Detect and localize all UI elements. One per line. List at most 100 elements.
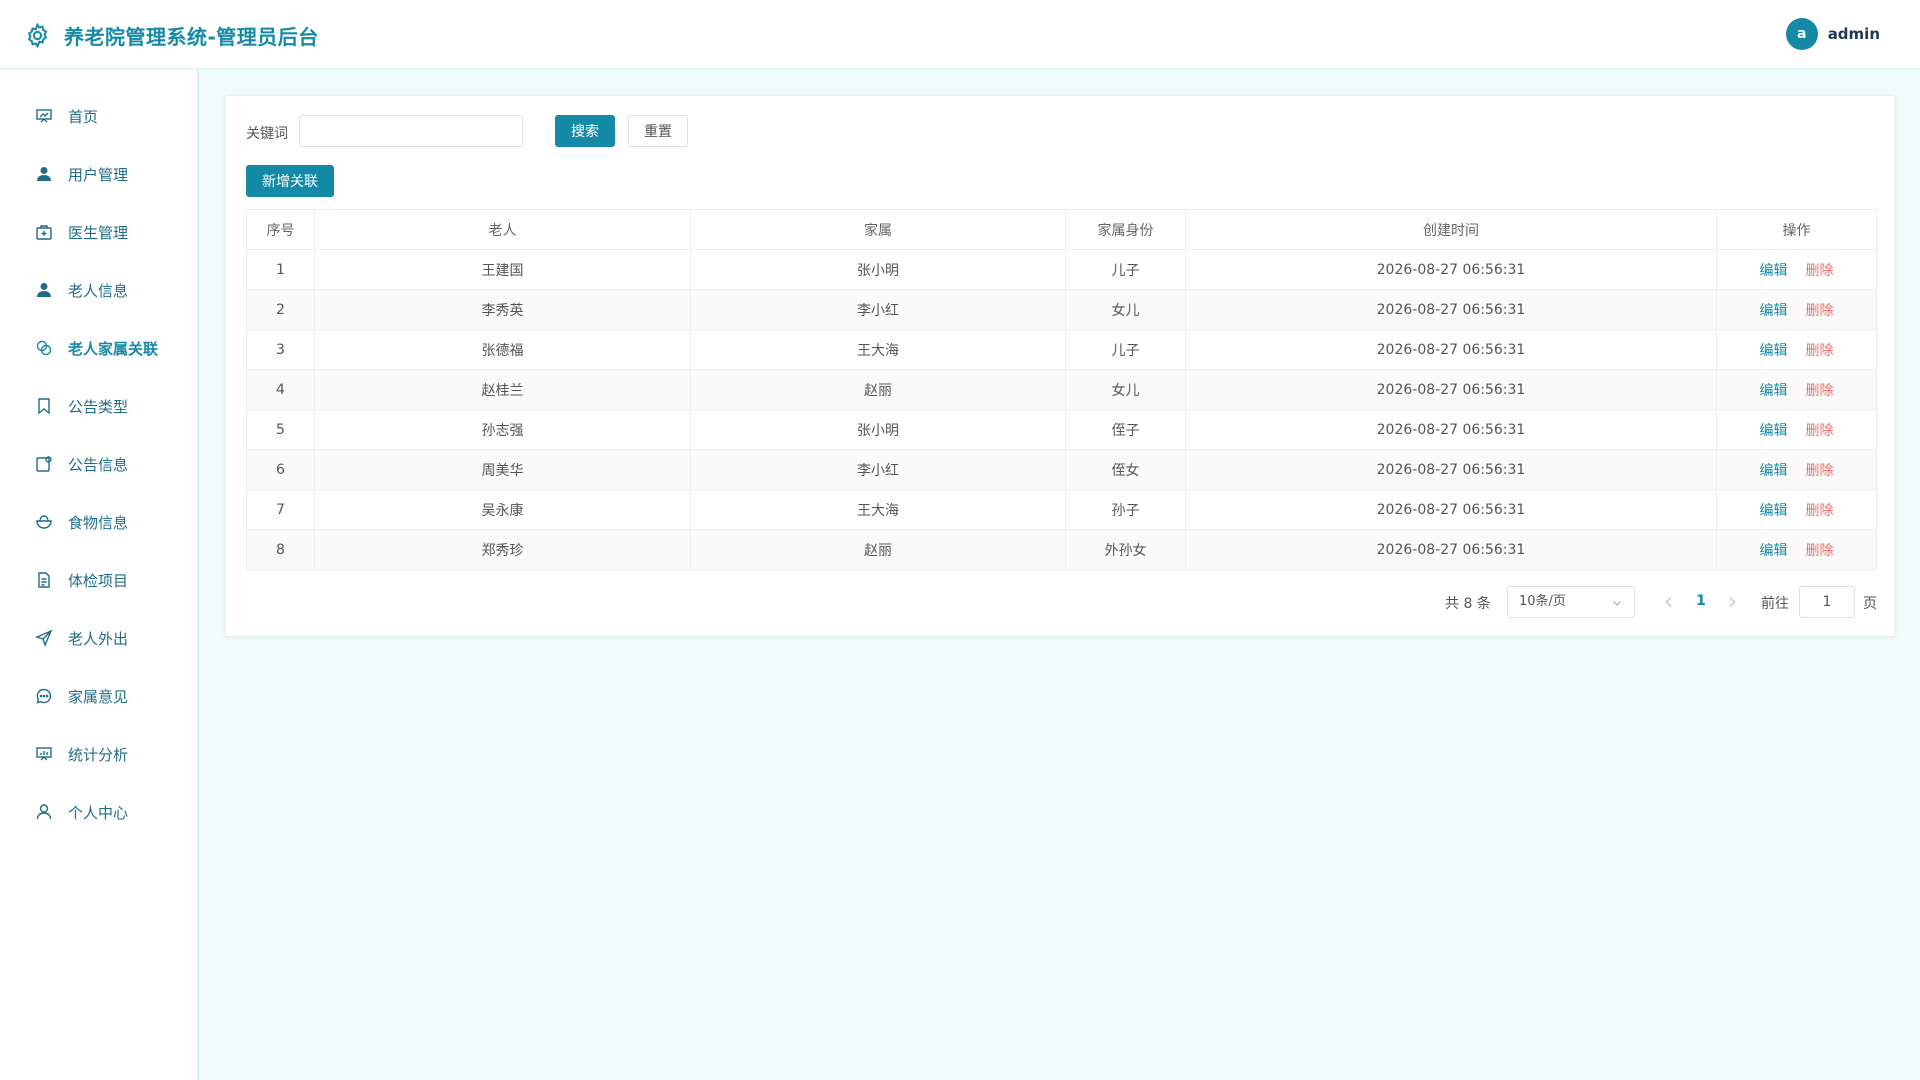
delete-button[interactable]: 删除 [1806, 463, 1834, 479]
cell-relation: 侄女 [1065, 449, 1186, 490]
top-header: 养老院管理系统-管理员后台 a admin [0, 0, 1920, 69]
cell-index: 7 [246, 489, 315, 530]
sidebar-item-elder-family-link[interactable]: 老人家属关联 [0, 328, 197, 368]
food-icon [36, 515, 52, 529]
search-input[interactable] [299, 115, 523, 147]
cell-index: 8 [246, 529, 315, 570]
sidebar-item-personal-center[interactable]: 个人中心 [0, 792, 197, 832]
page-size-value: 10条/页 [1519, 594, 1566, 609]
total-count: 共 8 条 [1445, 596, 1491, 612]
edit-button[interactable]: 编辑 [1760, 343, 1788, 359]
username[interactable]: admin [1828, 25, 1880, 43]
cell-elder: 赵桂兰 [314, 369, 691, 410]
sidebar-item-checkup-items[interactable]: 体检项目 [0, 560, 197, 600]
sidebar-item-family-feedback[interactable]: 家属意见 [0, 676, 197, 716]
sidebar-item-label: 首页 [68, 108, 99, 126]
search-label: 关键词 [246, 126, 288, 142]
delete-button[interactable]: 删除 [1806, 263, 1834, 279]
cell-family: 张小明 [690, 249, 1066, 290]
edit-button[interactable]: 编辑 [1760, 503, 1788, 519]
delete-button[interactable]: 删除 [1806, 543, 1834, 559]
add-link-button[interactable]: 新增关联 [246, 165, 334, 197]
sidebar-item-notice-info[interactable]: 公告信息 [0, 444, 197, 484]
document-icon [38, 572, 50, 588]
goto-label: 前往 [1761, 596, 1789, 612]
cell-created: 2026-08-27 06:56:31 [1185, 489, 1717, 530]
cell-family: 赵丽 [690, 369, 1066, 410]
user-icon [37, 167, 51, 181]
cell-actions: 编辑 删除 [1716, 489, 1877, 530]
sidebar-item-label: 个人中心 [68, 804, 129, 822]
table-row: 5 孙志强 张小明 侄子 2026-08-27 06:56:31 编辑 删除 [246, 409, 1877, 450]
cell-elder: 孙志强 [314, 409, 691, 450]
edit-button[interactable]: 编辑 [1760, 383, 1788, 399]
sidebar-item-doctor-management[interactable]: 医生管理 [0, 212, 197, 252]
cell-index: 6 [246, 449, 315, 490]
sidebar-item-label: 老人信息 [68, 282, 129, 300]
chevron-left-icon[interactable] [1661, 594, 1677, 610]
edit-button[interactable]: 编辑 [1760, 423, 1788, 439]
avatar[interactable]: a [1785, 18, 1818, 50]
sidebar-item-label: 老人家属关联 [68, 340, 159, 358]
chevron-right-icon[interactable] [1724, 594, 1740, 610]
edit-button[interactable]: 编辑 [1760, 303, 1788, 319]
cell-actions: 编辑 删除 [1716, 329, 1877, 370]
cell-created: 2026-08-27 06:56:31 [1185, 289, 1717, 330]
cell-elder: 李秀英 [314, 289, 691, 330]
edit-button[interactable]: 编辑 [1760, 463, 1788, 479]
user-icon [37, 283, 51, 297]
user-menu[interactable]: a admin [1785, 18, 1880, 50]
sidebar-item-statistics[interactable]: 统计分析 [0, 734, 197, 774]
cell-relation: 外孙女 [1065, 529, 1186, 570]
cell-relation: 儿子 [1065, 329, 1186, 370]
search-button[interactable]: 搜索 [555, 115, 615, 147]
dashboard-icon [36, 109, 52, 123]
cell-family: 李小红 [690, 289, 1066, 330]
edit-button[interactable]: 编辑 [1760, 263, 1788, 279]
chart-icon [36, 747, 52, 761]
cell-relation: 孙子 [1065, 489, 1186, 530]
sidebar-item-home[interactable]: 首页 [0, 96, 197, 136]
table-row: 8 郑秀珍 赵丽 外孙女 2026-08-27 06:56:31 编辑 删除 [246, 529, 1877, 570]
column-header-index: 序号 [246, 209, 315, 250]
cell-index: 4 [246, 369, 315, 410]
sidebar-item-label: 统计分析 [68, 746, 129, 764]
sidebar-item-label: 用户管理 [68, 166, 129, 184]
delete-button[interactable]: 删除 [1806, 383, 1834, 399]
cell-actions: 编辑 删除 [1716, 409, 1877, 450]
cell-relation: 女儿 [1065, 289, 1186, 330]
gear-icon [27, 22, 48, 49]
page-size-select[interactable]: 10条/页 [1507, 586, 1635, 618]
column-header-family: 家属 [690, 209, 1066, 250]
cell-family: 赵丽 [690, 529, 1066, 570]
column-header-elder: 老人 [314, 209, 691, 250]
delete-button[interactable]: 删除 [1806, 343, 1834, 359]
cell-family: 王大海 [690, 329, 1066, 370]
delete-button[interactable]: 删除 [1806, 303, 1834, 319]
sidebar-item-elder-outing[interactable]: 老人外出 [0, 618, 197, 658]
sidebar-item-user-management[interactable]: 用户管理 [0, 154, 197, 194]
cell-elder: 郑秀珍 [314, 529, 691, 570]
cell-relation: 侄子 [1065, 409, 1186, 450]
cell-elder: 王建国 [314, 249, 691, 290]
cell-created: 2026-08-27 06:56:31 [1185, 409, 1717, 450]
cell-relation: 儿子 [1065, 249, 1186, 290]
send-icon [35, 629, 53, 647]
cell-index: 2 [246, 289, 315, 330]
goto-page-input[interactable] [1799, 586, 1855, 618]
edit-button[interactable]: 编辑 [1760, 543, 1788, 559]
cell-actions: 编辑 删除 [1716, 369, 1877, 410]
sidebar-item-label: 老人外出 [68, 630, 129, 648]
sidebar-item-food-info[interactable]: 食物信息 [0, 502, 197, 542]
delete-button[interactable]: 删除 [1806, 423, 1834, 439]
sidebar-item-elder-info[interactable]: 老人信息 [0, 270, 197, 310]
delete-button[interactable]: 删除 [1806, 503, 1834, 519]
cell-created: 2026-08-27 06:56:31 [1185, 369, 1717, 410]
page-number-current[interactable]: 1 [1691, 593, 1711, 609]
cell-created: 2026-08-27 06:56:31 [1185, 529, 1717, 570]
cell-created: 2026-08-27 06:56:31 [1185, 249, 1717, 290]
elder-family-table: 序号 老人 家属 家属身份 创建时间 操作 1 王建国 张小明 儿子 2026-08-2… [246, 209, 1877, 570]
sidebar-item-notice-type[interactable]: 公告类型 [0, 386, 197, 426]
reset-button[interactable]: 重置 [628, 115, 688, 147]
chat-icon [36, 688, 52, 704]
